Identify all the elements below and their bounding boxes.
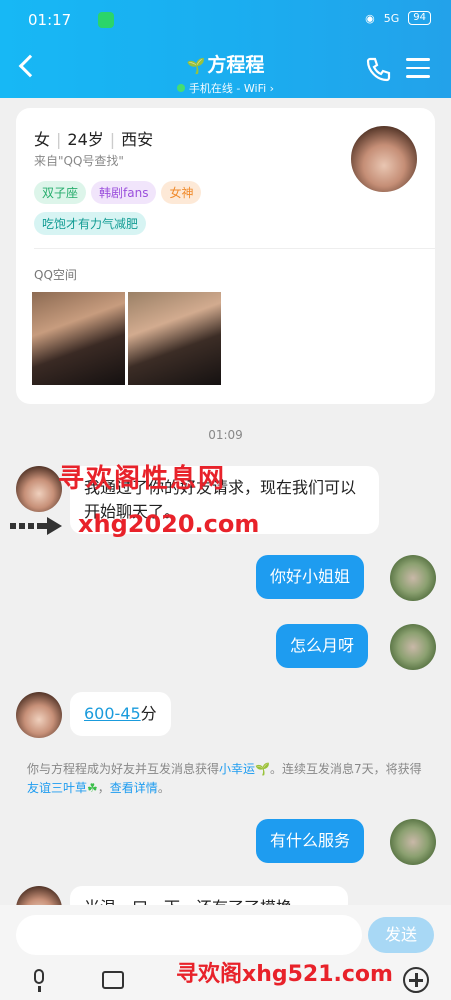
- status-icons: ◉ 5G 94: [365, 11, 431, 25]
- lucky-link[interactable]: 小幸运: [219, 762, 255, 776]
- system-message: 你与方程程成为好友并互发消息获得小幸运🌱。连续互发消息7天，将获得友谊三叶草☘，…: [27, 762, 422, 795]
- signal-icon: 5G: [383, 11, 400, 25]
- my-avatar[interactable]: [390, 555, 436, 601]
- tag: 女神: [161, 181, 202, 204]
- qzone-photo[interactable]: [32, 292, 125, 385]
- message-bubble-outgoing[interactable]: 你好小姐姐: [256, 555, 365, 599]
- tag: 韩剧fans: [91, 181, 157, 204]
- mic-icon[interactable]: [26, 967, 52, 993]
- clover-icon: ☘: [87, 781, 98, 795]
- contact-avatar[interactable]: [16, 692, 62, 738]
- menu-icon[interactable]: [406, 58, 430, 78]
- online-dot-icon: [176, 84, 185, 92]
- sprout-icon: 🌱: [186, 57, 206, 75]
- message-bubble-incoming[interactable]: 600-45分: [70, 692, 171, 736]
- profile-avatar[interactable]: [349, 124, 419, 194]
- basic-info: 女 | 24岁 | 西安: [34, 130, 154, 149]
- message-bubble-outgoing[interactable]: 怎么月呀: [276, 624, 369, 668]
- chat-timestamp: 01:09: [208, 428, 243, 442]
- wifi-icon: ◉: [365, 11, 375, 25]
- my-avatar[interactable]: [390, 624, 436, 670]
- arrow-icon: [10, 517, 62, 535]
- friend-source: 来自"QQ号查找": [34, 154, 124, 168]
- phone-icon[interactable]: [364, 55, 392, 83]
- sprout-icon: 🌱: [255, 762, 270, 776]
- view-details-link[interactable]: 查看详情: [110, 781, 158, 795]
- profile-tags: 双子座 韩剧fans 女神 吃饱才有力气减肥: [34, 181, 354, 243]
- qzone-label: QQ空间: [34, 268, 77, 282]
- message-input[interactable]: [16, 915, 362, 955]
- tag: 双子座: [34, 181, 87, 204]
- clover-link[interactable]: 友谊三叶草: [27, 781, 87, 795]
- divider: [34, 248, 435, 249]
- watermark-url: xhg2020.com: [78, 510, 260, 538]
- battery-icon: 94: [408, 11, 431, 25]
- watermark-text: 寻欢阁性息网: [58, 464, 227, 494]
- status-bar: 01:17 ◉ 5G 94: [0, 0, 451, 40]
- qzone-photo[interactable]: [128, 292, 221, 385]
- profile-card[interactable]: 女 | 24岁 | 西安 来自"QQ号查找" 双子座 韩剧fans 女神 吃饱才有力气减肥 …: [16, 108, 435, 404]
- message-link[interactable]: 600-45: [84, 704, 141, 723]
- plus-icon[interactable]: [403, 967, 429, 993]
- image-icon[interactable]: [100, 967, 126, 993]
- contact-avatar[interactable]: [16, 466, 62, 512]
- tag: 吃饱才有力气减肥: [34, 212, 147, 235]
- call-indicator-icon: [98, 12, 114, 28]
- message-bubble-outgoing[interactable]: 有什么服务: [256, 819, 365, 863]
- send-button[interactable]: 发送: [368, 917, 434, 953]
- my-avatar[interactable]: [390, 819, 436, 865]
- watermark-footer: 寻欢阁xhg521.com: [176, 962, 393, 987]
- chat-header: 01:17 ◉ 5G 94 🌱 方程程 手机在线 - WiFi ›: [0, 0, 451, 98]
- status-time: 01:17: [28, 11, 72, 29]
